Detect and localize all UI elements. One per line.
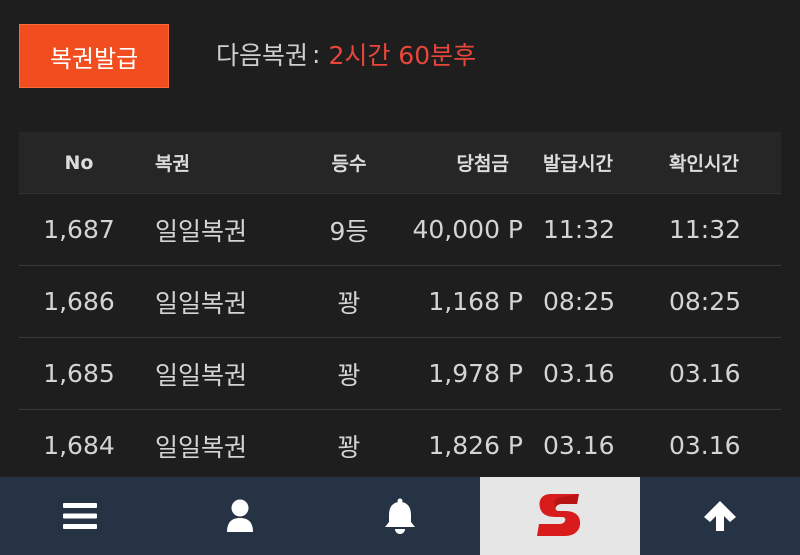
row-lottery-type: 일일복권 — [155, 432, 248, 462]
row-rank: 꽝 — [337, 432, 361, 462]
nav-menu-button[interactable] — [0, 477, 160, 555]
row-issued-time: 03.16 — [543, 431, 615, 460]
next-lottery-label: 다음복권 — [216, 41, 309, 70]
row-issued-time: 08:25 — [543, 287, 616, 316]
bottom-nav — [0, 477, 800, 555]
next-lottery-time: 2시간 60분후 — [328, 41, 477, 70]
menu-icon — [63, 503, 97, 529]
table-row: 1,687 일일복권 9등 40,000 P 11:32 11:32 — [19, 194, 781, 266]
row-checked-time: 03.16 — [669, 359, 741, 388]
nav-scroll-top-button[interactable] — [640, 477, 800, 555]
table-header: No 복권 등수 당첨금 발급시간 확인시간 — [19, 132, 781, 194]
row-lottery-type: 일일복권 — [155, 360, 248, 390]
row-lottery-type: 일일복권 — [155, 216, 248, 246]
row-rank: 꽝 — [337, 360, 361, 390]
logo-s-icon — [537, 494, 581, 536]
bell-icon — [385, 498, 415, 534]
row-checked-time: 08:25 — [669, 287, 742, 316]
row-issued-time: 11:32 — [543, 215, 616, 244]
next-lottery-info: 다음복권 : 2시간 60분후 — [216, 34, 476, 74]
nav-home-logo-button[interactable] — [480, 477, 640, 555]
top-bar: 복권발급 다음복권 : 2시간 60분후 — [0, 0, 800, 110]
row-rank: 꽝 — [337, 288, 361, 318]
column-header-checked-time: 확인시간 — [669, 153, 739, 175]
row-rank: 9등 — [329, 216, 369, 246]
row-no: 1,685 — [43, 359, 115, 388]
row-checked-time: 03.16 — [669, 431, 741, 460]
row-lottery-type: 일일복권 — [155, 288, 248, 318]
table-row: 1,686 일일복권 꽝 1,168 P 08:25 08:25 — [19, 266, 781, 338]
row-no: 1,687 — [43, 215, 115, 244]
row-prize: 1,978 P — [428, 359, 523, 388]
nav-notification-button[interactable] — [320, 477, 480, 555]
column-header-no: No — [64, 151, 94, 174]
table-row: 1,684 일일복권 꽝 1,826 P 03.16 03.16 — [19, 410, 781, 482]
arrow-up-icon — [704, 501, 736, 531]
lottery-history-table: No 복권 등수 당첨금 발급시간 확인시간 1,687 일일복권 9등 40,… — [19, 132, 781, 482]
issue-lottery-button[interactable]: 복권발급 — [19, 24, 169, 88]
row-no: 1,686 — [43, 287, 115, 316]
column-header-lottery: 복권 — [155, 153, 190, 175]
row-issued-time: 03.16 — [543, 359, 615, 388]
row-prize: 1,168 P — [428, 287, 523, 316]
column-header-prize: 당첨금 — [456, 153, 509, 175]
lottery-page: 복권발급 다음복권 : 2시간 60분후 No 복권 등수 당첨금 발급시간 확… — [0, 0, 800, 555]
column-header-issued-time: 발급시간 — [543, 153, 613, 175]
user-icon — [227, 499, 253, 532]
table-row: 1,685 일일복권 꽝 1,978 P 03.16 03.16 — [19, 338, 781, 410]
nav-user-button[interactable] — [160, 477, 320, 555]
column-header-rank: 등수 — [331, 153, 367, 175]
row-checked-time: 11:32 — [669, 215, 742, 244]
row-prize: 40,000 P — [412, 215, 524, 244]
next-lottery-colon: : — [312, 39, 321, 69]
row-prize: 1,826 P — [428, 431, 523, 460]
row-no: 1,684 — [43, 431, 115, 460]
